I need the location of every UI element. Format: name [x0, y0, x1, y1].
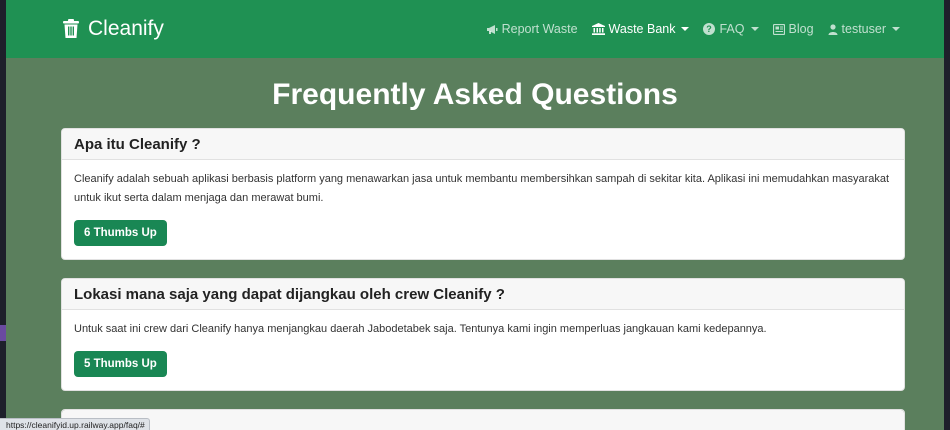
nav-faq-dropdown[interactable]: ? FAQ	[703, 22, 759, 36]
trash-icon	[62, 19, 80, 39]
nav-user-dropdown[interactable]: testuser	[828, 22, 900, 36]
faq-body: Cleanify adalah sebuah aplikasi berbasis…	[62, 160, 904, 259]
link-status-url: https://cleanifyid.up.railway.app/faq/#	[0, 418, 150, 430]
person-icon	[828, 23, 838, 35]
chevron-down-icon	[750, 27, 759, 31]
nav-report-waste[interactable]: Report Waste	[486, 22, 578, 36]
nav-user-label: testuser	[841, 22, 886, 36]
faq-card: Apa itu Cleanify ? Cleanify adalah sebua…	[61, 128, 905, 260]
nav-menu: Report Waste Waste Bank ? FAQ Blog testu…	[472, 22, 900, 36]
svg-text:?: ?	[707, 24, 713, 34]
nav-blog[interactable]: Blog	[772, 22, 814, 36]
chevron-down-icon	[681, 27, 690, 31]
faq-question-partial	[62, 410, 904, 430]
question-circle-icon: ?	[703, 23, 716, 35]
faq-answer: Untuk saat ini crew dari Cleanify hanya …	[74, 323, 767, 335]
brand-name: Cleanify	[88, 17, 164, 40]
nav-blog-label: Blog	[788, 22, 814, 36]
navbar: Cleanify Report Waste Waste Bank ? FAQ B…	[6, 0, 944, 58]
nav-faq-label: FAQ	[719, 22, 745, 36]
browser-viewport: Cleanify Report Waste Waste Bank ? FAQ B…	[6, 0, 944, 430]
faq-card: Lokasi mana saja yang dapat dijangkau ol…	[61, 278, 905, 391]
nav-report-waste-label: Report Waste	[501, 22, 578, 36]
brand-link[interactable]: Cleanify	[62, 17, 164, 41]
faq-answer: Cleanify adalah sebuah aplikasi berbasis…	[74, 173, 890, 204]
faq-question: Apa itu Cleanify ?	[62, 129, 904, 160]
nav-waste-bank-dropdown[interactable]: Waste Bank	[591, 22, 690, 36]
megaphone-icon	[486, 24, 498, 35]
newspaper-icon	[772, 23, 785, 35]
faq-body: Untuk saat ini crew dari Cleanify hanya …	[62, 310, 904, 390]
bank-icon	[591, 23, 605, 35]
chevron-down-icon	[892, 27, 900, 31]
faq-card-partial	[61, 409, 905, 430]
faq-question: Lokasi mana saja yang dapat dijangkau ol…	[62, 279, 904, 310]
page-title: Frequently Asked Questions	[272, 78, 678, 111]
thumbs-up-button[interactable]: 5 Thumbs Up	[74, 351, 167, 377]
nav-waste-bank-label: Waste Bank	[608, 22, 676, 36]
thumbs-up-button[interactable]: 6 Thumbs Up	[74, 220, 167, 246]
